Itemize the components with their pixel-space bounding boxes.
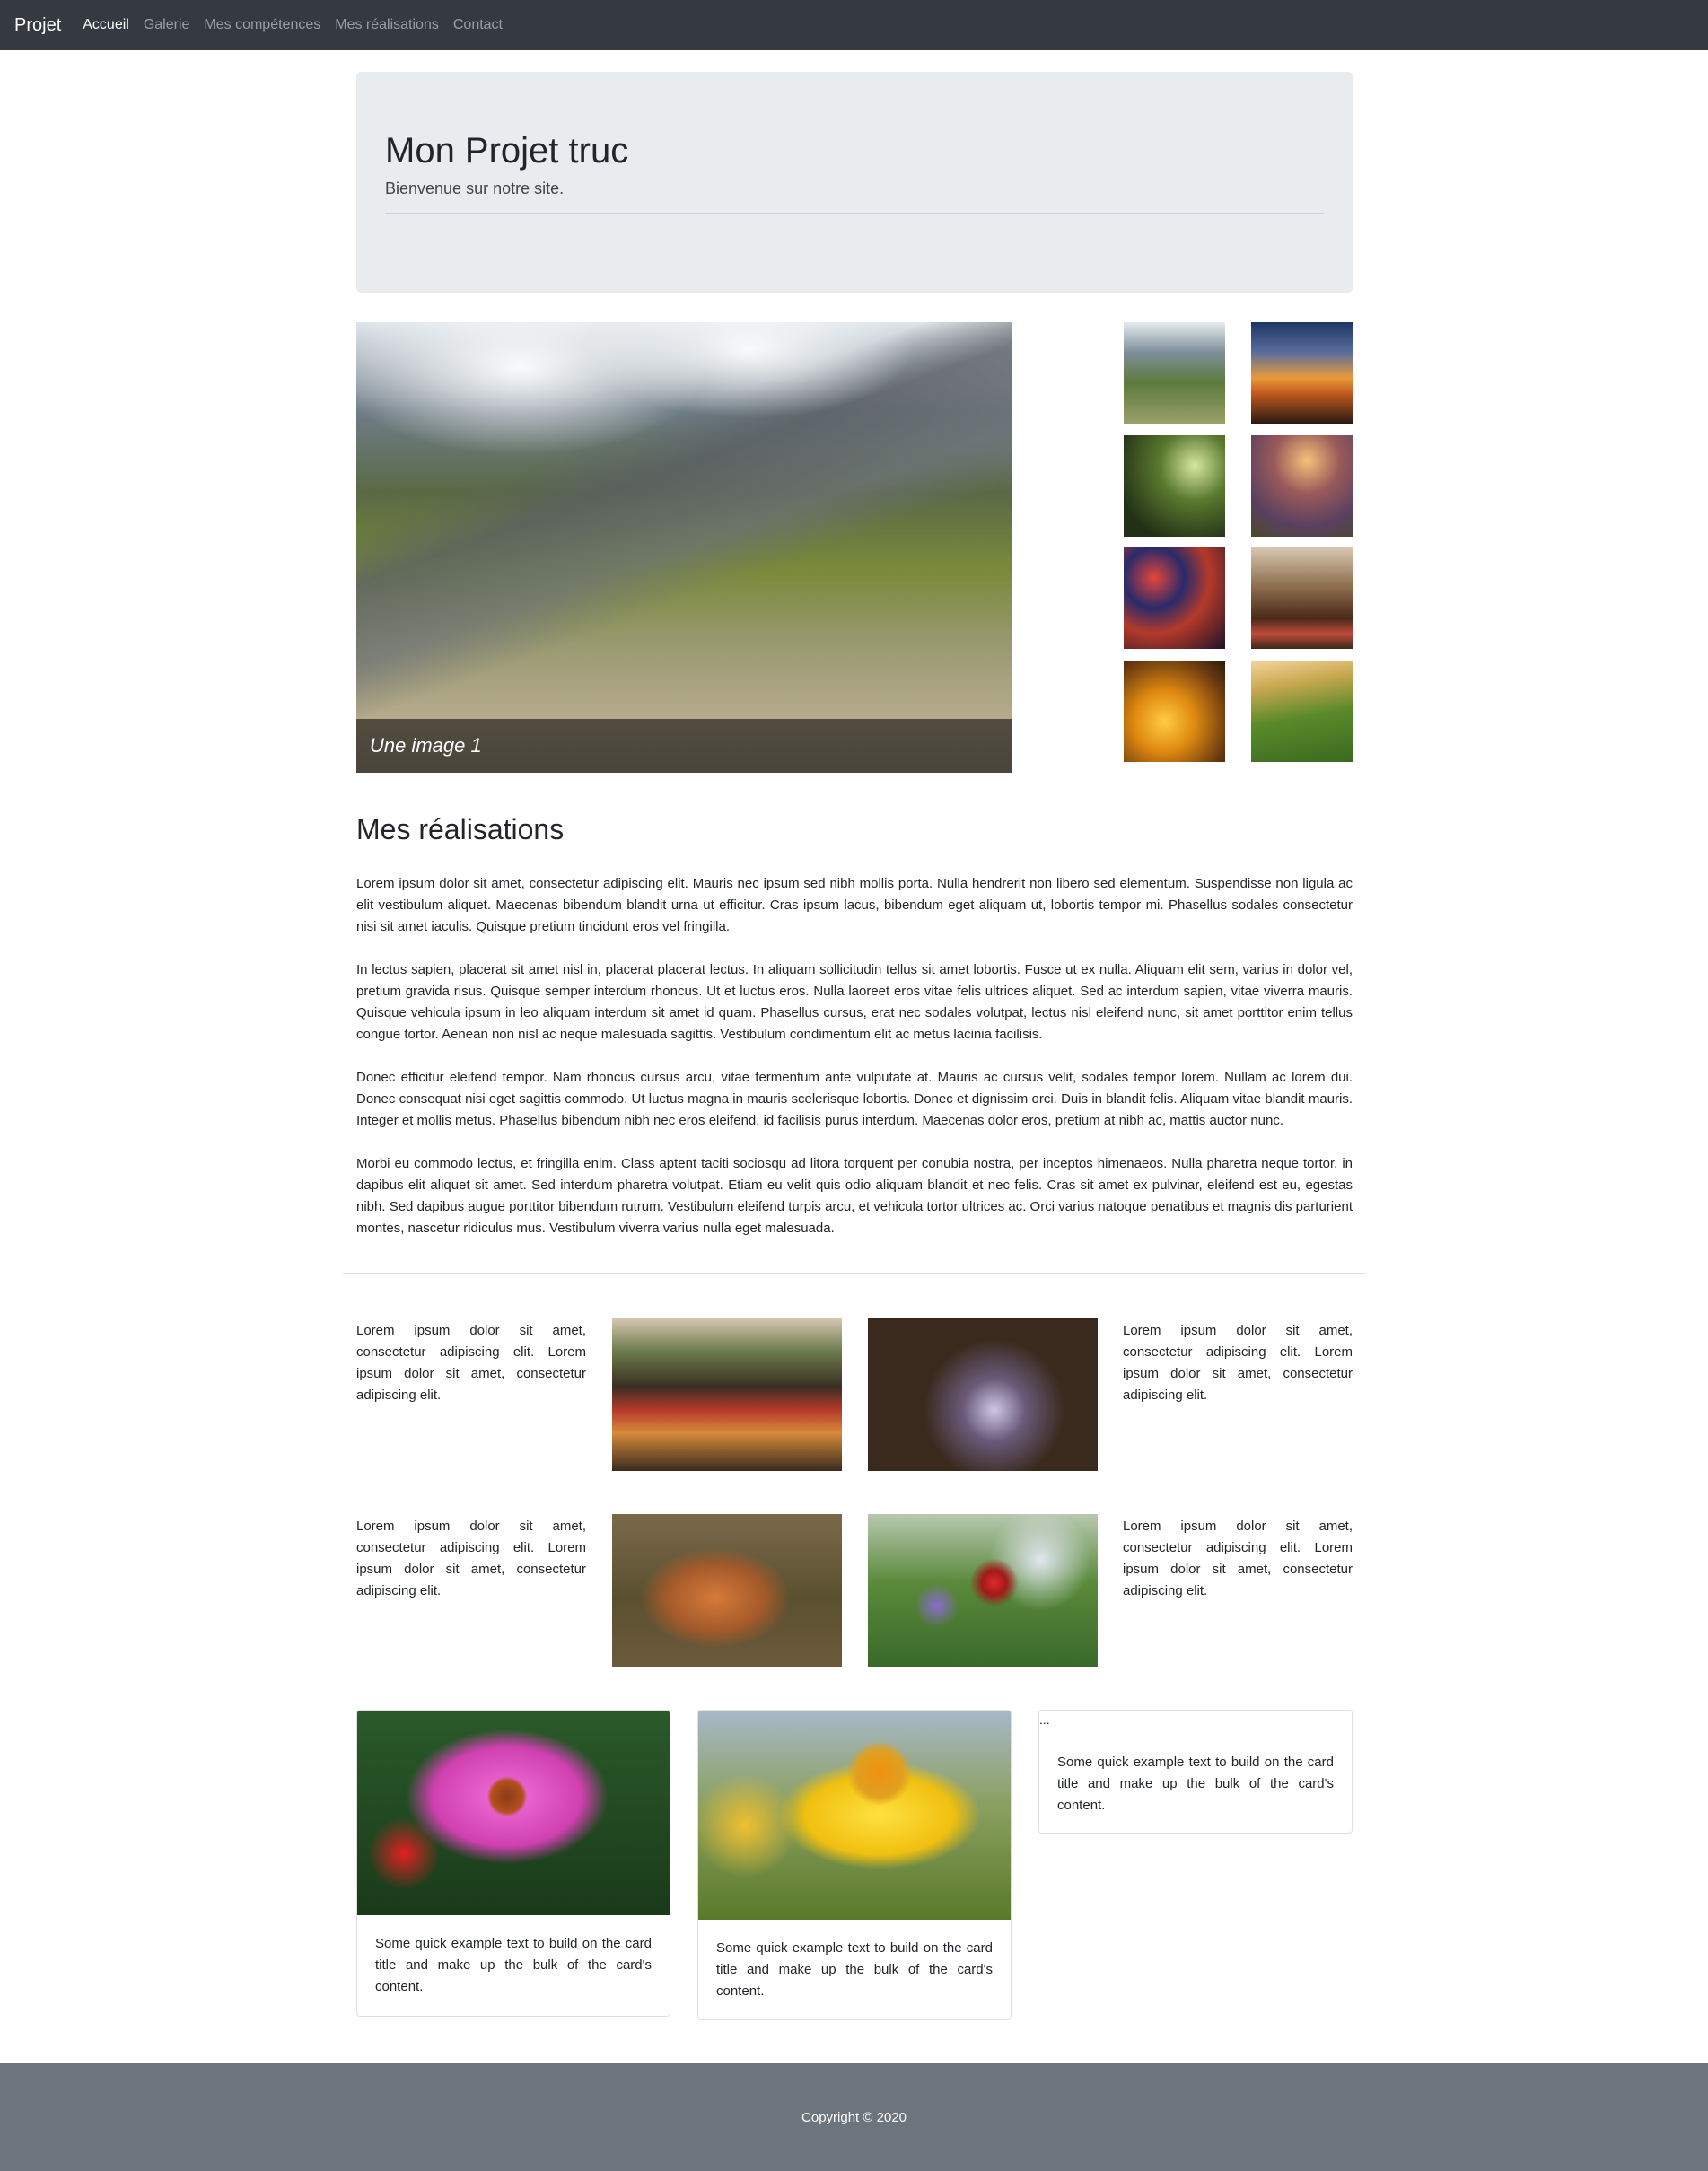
grid-text: Lorem ipsum dolor sit amet, consectetur … [356, 1519, 586, 1598]
paragraph: In lectus sapien, placerat sit amet nisl… [356, 962, 1353, 1042]
card-text: Some quick example text to build on the … [716, 1940, 993, 1999]
grid-text: Lorem ipsum dolor sit amet, consectetur … [356, 1323, 586, 1403]
nav-link-competences[interactable]: Mes compétences [204, 17, 320, 33]
card: ... Some quick example text to build on … [1038, 1710, 1353, 1834]
jumbotron: Mon Projet truc Bienvenue sur notre site… [356, 72, 1353, 293]
thumbnail-field-sunlight[interactable] [1251, 435, 1353, 537]
thumbnail-forest-stream[interactable] [1124, 435, 1225, 537]
grid-text: Lorem ipsum dolor sit amet, consectetur … [1123, 1323, 1353, 1403]
carousel-slide[interactable]: Une image 1 [356, 322, 1012, 773]
card-text: Some quick example text to build on the … [375, 1936, 652, 1994]
grid-text: Lorem ipsum dolor sit amet, consectetur … [1123, 1519, 1353, 1598]
carousel-caption: Une image 1 [356, 719, 1012, 773]
nav-link-galerie[interactable]: Galerie [144, 17, 190, 33]
nav-link-realisations[interactable]: Mes réalisations [335, 17, 439, 33]
content-divider [343, 1273, 1366, 1274]
card-text: Some quick example text to build on the … [1057, 1755, 1334, 1813]
grid-image-meadow [868, 1514, 1098, 1667]
thumbnail-green-valley[interactable] [1251, 661, 1353, 762]
nav-link-contact[interactable]: Contact [453, 17, 503, 33]
brand-link[interactable]: Projet [14, 15, 61, 36]
thumbnail-lanterns[interactable] [1124, 547, 1225, 649]
thumbnail-mountain[interactable] [1124, 322, 1225, 424]
section-title-realisations: Mes réalisations [356, 813, 565, 845]
grid-image-girl-flowers [868, 1318, 1098, 1471]
nav-link-accueil[interactable]: Accueil [83, 17, 129, 33]
footer: Copyright © 2020 [0, 2063, 1708, 2171]
page-lead: Bienvenue sur notre site. [385, 179, 565, 197]
paragraph: Donec efficitur eleifend tempor. Nam rho… [356, 1070, 1353, 1128]
paragraph: Morbi eu commodo lectus, et fringilla en… [356, 1156, 1353, 1236]
navbar: Projet Accueil Galerie Mes compétences M… [0, 0, 1708, 50]
grid-image-market [612, 1318, 842, 1471]
broken-image-alt: ... [1039, 1712, 1050, 1727]
thumbnail-golden-house[interactable] [1124, 661, 1225, 762]
grid-image-fox [612, 1514, 842, 1667]
page-title: Mon Projet truc [385, 131, 629, 171]
copyright-text: Copyright © 2020 [801, 2109, 907, 2125]
card: Some quick example text to build on the … [356, 1710, 670, 2017]
paragraph: Lorem ipsum dolor sit amet, consectetur … [356, 876, 1353, 934]
card: Some quick example text to build on the … [697, 1710, 1012, 2020]
carousel-caption-text: Une image 1 [370, 734, 482, 757]
card-image-yellow-flower [698, 1711, 1011, 1920]
card-image-echinacea [357, 1711, 670, 1915]
thumbnail-shop-front[interactable] [1251, 547, 1353, 649]
thumbnail-sunset[interactable] [1251, 322, 1353, 424]
realisations-text: Lorem ipsum dolor sit amet, consectetur … [356, 873, 1353, 1261]
jumbotron-divider [385, 213, 1324, 214]
